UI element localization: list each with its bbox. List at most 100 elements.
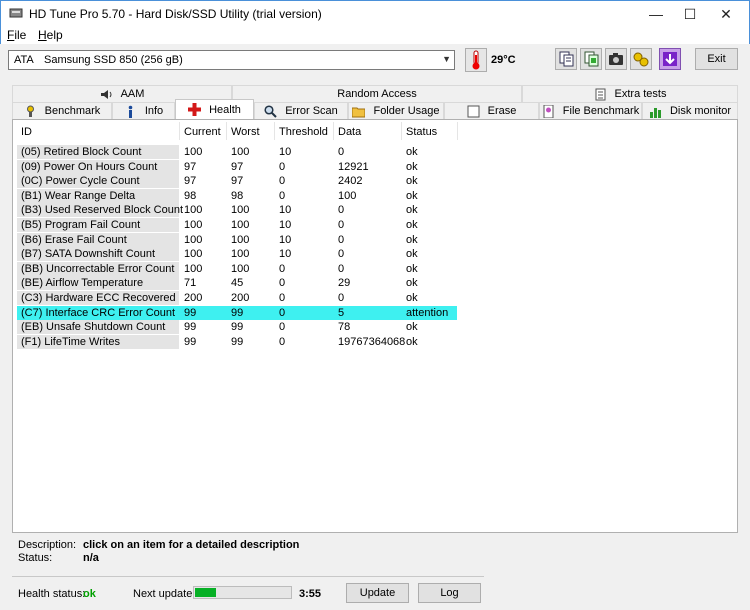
table-row[interactable]: (0C) Power Cycle Count 97 97 0 2402 ok	[17, 174, 457, 189]
tab-disk-monitor[interactable]: Disk monitor	[642, 102, 738, 119]
table-row[interactable]: (C7) Interface CRC Error Count 99 99 0 5 atte…	[17, 305, 457, 320]
cell-status: ok	[406, 321, 418, 334]
cell-worst: 100	[231, 219, 250, 231]
cell-threshold: 10	[279, 248, 292, 261]
status-row: Status: n/a	[18, 552, 99, 564]
erase-icon	[467, 105, 480, 118]
menu-file[interactable]: File	[7, 28, 26, 42]
column-header-current[interactable]: Current	[180, 122, 227, 140]
table-row[interactable]: (09) Power On Hours Count 97 97 0 12921 ok	[17, 159, 457, 174]
tab-info[interactable]: Info	[112, 102, 175, 119]
drive-select[interactable]: ATA Samsung SSD 850 (256 gB) ▼	[8, 50, 455, 70]
table-row[interactable]: (05) Retired Block Count 100 100 10 0 ok	[17, 145, 457, 159]
cell-threshold: 0	[279, 292, 286, 304]
tab-random-access[interactable]: Random Access	[232, 85, 522, 102]
tab-row-top: AAM Random Access Extra tests	[12, 85, 738, 102]
cell-id: (F1) LifeTime Writes	[21, 335, 121, 348]
cell-data: 29	[338, 277, 351, 290]
drive-type: ATA	[14, 54, 34, 66]
health-status-value: ok	[83, 588, 96, 600]
cell-id: (B5) Program Fail Count	[21, 219, 141, 231]
table-row[interactable]: (EB) Unsafe Shutdown Count 99 99 0 78 ok	[17, 320, 457, 335]
status-label: Status:	[18, 552, 53, 564]
tab-file-benchmark[interactable]: File Benchmark	[539, 102, 642, 119]
tab-error-scan-label: Error Scan	[285, 105, 338, 117]
tab-info-label: Info	[144, 105, 164, 117]
column-header-id[interactable]: ID	[17, 122, 180, 140]
magnifier-icon	[264, 104, 277, 118]
copy-info-button[interactable]	[580, 48, 602, 70]
tab-folder-usage[interactable]: Folder Usage	[348, 102, 444, 119]
cell-data: 0	[338, 204, 345, 217]
cell-current: 97	[184, 175, 197, 188]
tab-row-bottom: Benchmark Info Health Error Scan Folder …	[12, 99, 738, 119]
cell-current: 100	[184, 262, 203, 275]
description-row: Description: click on an item for a deta…	[18, 539, 299, 551]
options-icon	[633, 52, 649, 67]
health-status-label: Health status:	[18, 588, 86, 600]
cell-data: 0	[338, 219, 345, 231]
hdtune-app-icon	[9, 8, 23, 18]
cell-current: 99	[184, 335, 197, 348]
cell-current: 98	[184, 189, 197, 202]
options-button[interactable]	[630, 48, 652, 70]
copy-text-button[interactable]	[555, 48, 577, 70]
column-header-data[interactable]: Data	[334, 122, 402, 140]
table-row[interactable]: (B7) SATA Downshift Count 100 100 10 0 ok	[17, 247, 457, 262]
table-row[interactable]: (B1) Wear Range Delta 98 98 0 100 ok	[17, 188, 457, 203]
cell-current: 97	[184, 160, 197, 173]
column-header-status[interactable]: Status	[402, 122, 458, 140]
cell-id: (0C) Power Cycle Count	[21, 175, 140, 188]
table-row[interactable]: (F1) LifeTime Writes 99 99 0 19767364068 ok	[17, 334, 457, 349]
column-header-worst[interactable]: Worst	[227, 122, 275, 140]
tab-benchmark-label: Benchmark	[44, 105, 101, 117]
cell-data: 0	[338, 146, 345, 158]
table-row[interactable]: (BE) Airflow Temperature 71 45 0 29 ok	[17, 276, 457, 291]
thermometer-button[interactable]	[465, 48, 487, 72]
tab-error-scan[interactable]: Error Scan	[254, 102, 348, 119]
table-row[interactable]: (C3) Hardware ECC Recovered 200 200 0 0 ok	[17, 291, 457, 305]
cell-data: 0	[338, 262, 345, 275]
tab-aam-label: AAM	[120, 88, 145, 100]
progress-fill	[195, 588, 216, 597]
window-title: HD Tune Pro 5.70 - Hard Disk/SSD Utility…	[29, 7, 322, 21]
cell-status: ok	[406, 175, 418, 188]
cell-id: (05) Retired Block Count	[21, 146, 142, 158]
table-row[interactable]: (B5) Program Fail Count 100 100 10 0 ok	[17, 218, 457, 232]
cell-worst: 99	[231, 306, 244, 319]
table-row[interactable]: (B3) Used Reserved Block Count 100 100 10 0 o…	[17, 203, 457, 218]
screenshot-button[interactable]	[605, 48, 627, 70]
cell-worst: 100	[231, 146, 250, 158]
cell-current: 100	[184, 219, 203, 231]
table-row[interactable]: (BB) Uncorrectable Error Count 100 100 0 0 ok	[17, 261, 457, 276]
save-button[interactable]	[659, 48, 681, 70]
cell-id: (B1) Wear Range Delta	[21, 189, 136, 202]
cell-id: (B6) Erase Fail Count	[21, 233, 127, 246]
tab-disk-monitor-label: Disk monitor	[669, 105, 732, 117]
cell-worst: 98	[231, 189, 244, 202]
tab-extra-tests[interactable]: Extra tests	[522, 85, 738, 102]
benchmark-icon	[24, 105, 37, 118]
cell-data: 5	[338, 306, 345, 319]
copy-text-icon	[559, 51, 574, 67]
column-header-threshold[interactable]: Threshold	[275, 122, 334, 140]
cell-status: ok	[406, 262, 418, 275]
thermometer-icon	[472, 50, 480, 70]
cell-threshold: 10	[279, 204, 292, 217]
cell-worst: 97	[231, 160, 244, 173]
table-row[interactable]: (B6) Erase Fail Count 100 100 10 0 ok	[17, 232, 457, 247]
menu-help[interactable]: Help	[38, 28, 63, 42]
cell-data: 100	[338, 189, 357, 202]
tab-health[interactable]: Health	[175, 99, 254, 119]
tab-health-label: Health	[209, 103, 241, 116]
cell-threshold: 0	[279, 175, 286, 188]
update-button[interactable]: Update	[346, 583, 409, 603]
tab-benchmark[interactable]: Benchmark	[12, 102, 112, 119]
tab-erase[interactable]: Erase	[444, 102, 539, 119]
countdown: 3:55	[299, 588, 322, 600]
exit-button[interactable]: Exit	[695, 48, 738, 70]
close-button[interactable]: ✕	[703, 1, 749, 27]
log-button[interactable]: Log	[418, 583, 481, 603]
cell-status: ok	[406, 292, 418, 304]
cell-threshold: 10	[279, 233, 292, 246]
